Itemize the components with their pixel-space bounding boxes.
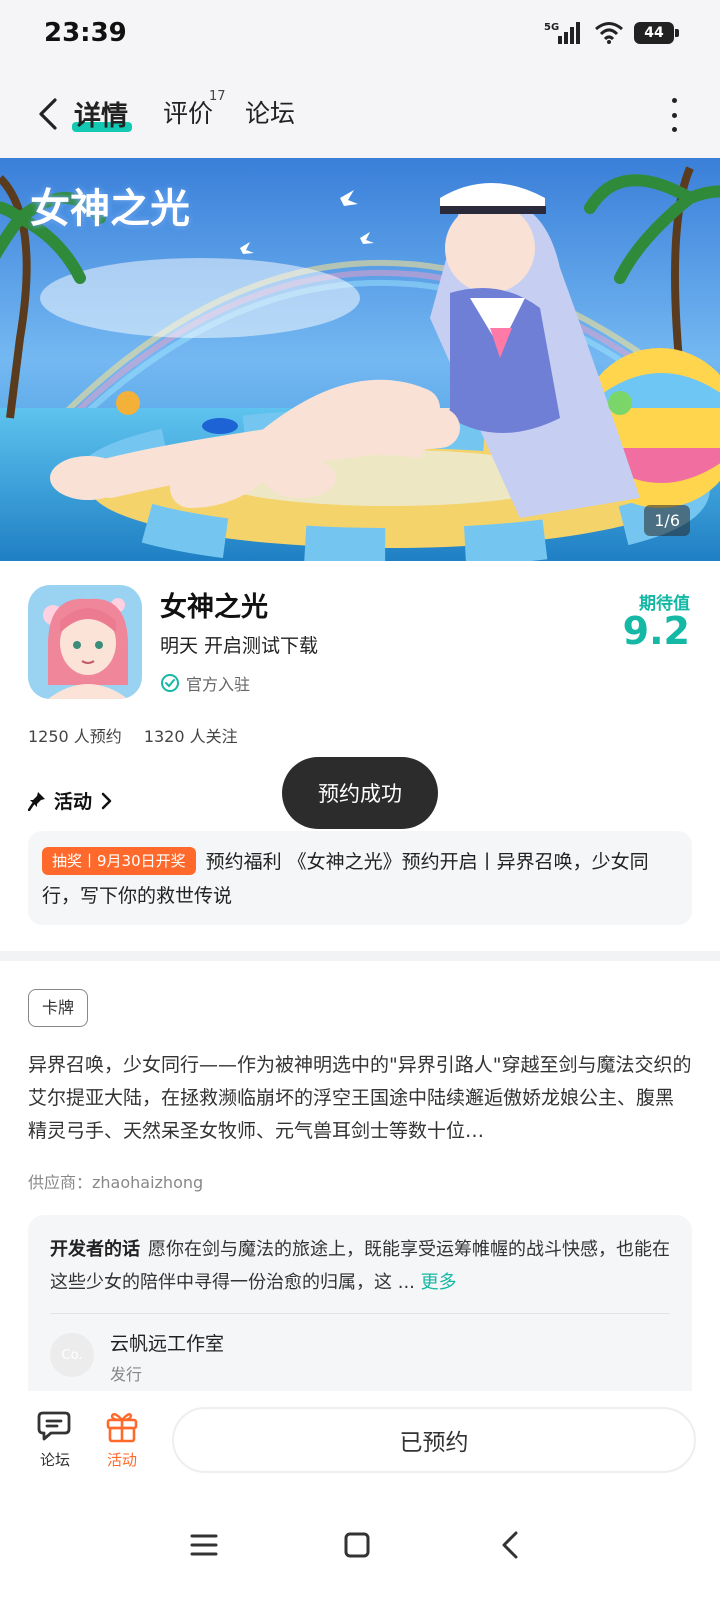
- banner-title-art: 女神之光: [30, 185, 190, 232]
- follower-count: 1320 人关注: [143, 727, 238, 746]
- activity-card[interactable]: 抽奖丨9月30日开奖 预约福利 《女神之光》预约开启丨异界召唤，少女同行，写下你的…: [28, 831, 692, 925]
- home-square-icon: [344, 1532, 370, 1558]
- reservation-success-toast: 预约成功: [282, 757, 438, 829]
- banner-page-counter: 1/6: [644, 505, 690, 536]
- check-circle-icon: [161, 674, 179, 692]
- activity-section-header[interactable]: 活动: [28, 787, 112, 814]
- more-options-button[interactable]: [664, 98, 684, 132]
- official-badge-label: 官方入驻: [186, 675, 251, 694]
- chevron-right-icon: [101, 792, 112, 809]
- forum-button-label: 论坛: [39, 1451, 70, 1469]
- recent-apps-button[interactable]: [184, 1525, 224, 1565]
- developer-note-card[interactable]: 开发者的话 愿你在剑与魔法的旅途上，既能享受运筹帷幄的战斗快感，也能在这些少女的陪…: [28, 1215, 692, 1391]
- gift-icon: [106, 1413, 138, 1443]
- home-button[interactable]: [337, 1525, 377, 1565]
- lottery-tag: 抽奖丨9月30日开奖: [42, 847, 196, 875]
- developer-note-text: 愿你在剑与魔法的旅途上，既能享受运筹帷幄的战斗快感，也能在这些少女的陪伴中寻得一…: [50, 1239, 670, 1293]
- back-button[interactable]: [28, 92, 68, 136]
- tab-detail-label: 详情: [74, 101, 128, 132]
- app-icon: [28, 585, 142, 699]
- status-bar: 23:39 5G 44: [0, 0, 720, 72]
- activity-button[interactable]: 活动: [94, 1409, 150, 1470]
- wifi-icon: [595, 22, 623, 44]
- app-name: 女神之光: [160, 592, 268, 623]
- app-info-section: 女神之光 明天 开启测试下载 官方入驻 期待值 9.2 1250 人预约 132…: [0, 561, 720, 951]
- expectation-score: 9.2: [622, 609, 690, 653]
- developer-note: 开发者的话 愿你在剑与魔法的旅途上，既能享受运筹帷幄的战斗快感，也能在这些少女的陪…: [50, 1233, 670, 1299]
- more-link[interactable]: 更多: [421, 1272, 457, 1293]
- description-section: 卡牌 异界召唤，少女同行——作为被神明选中的"异界引路人"穿越至剑与魔法交织的艾…: [0, 961, 720, 1391]
- genre-tag[interactable]: 卡牌: [28, 989, 89, 1027]
- status-time: 23:39: [44, 18, 127, 48]
- developer-name[interactable]: 云帆远工作室: [110, 1329, 224, 1356]
- pin-icon: [28, 791, 45, 811]
- bottom-action-bar: 论坛 活动 已预约: [0, 1391, 720, 1491]
- tab-detail[interactable]: 详情: [74, 94, 128, 133]
- activity-section-title: 活动: [54, 791, 93, 813]
- review-count-badge: 17: [209, 89, 226, 104]
- svg-text:5G: 5G: [544, 22, 559, 33]
- reservation-count: 1250 人预约: [28, 727, 122, 746]
- activity-button-label: 活动: [106, 1451, 137, 1469]
- developer-note-title: 开发者的话: [50, 1239, 140, 1260]
- game-description[interactable]: 异界召唤，少女同行——作为被神明选中的"异界引路人"穿越至剑与魔法交织的艾尔提亚…: [28, 1049, 692, 1148]
- section-divider: [0, 951, 720, 961]
- game-banner[interactable]: 女神之光 1/6: [0, 158, 720, 561]
- battery-icon: 44: [634, 22, 679, 44]
- tab-review[interactable]: 评价: [163, 94, 213, 130]
- supplier-info: 供应商：zhaohaizhong: [28, 1173, 204, 1192]
- system-back-button[interactable]: [490, 1525, 530, 1565]
- official-badge[interactable]: 官方入驻: [160, 671, 250, 695]
- system-navigation-bar: [0, 1491, 720, 1601]
- forum-button[interactable]: 论坛: [27, 1409, 83, 1470]
- status-icons: 5G 44: [544, 20, 679, 46]
- developer-avatar[interactable]: Co.: [50, 1333, 94, 1377]
- tab-forum[interactable]: 论坛: [245, 94, 295, 130]
- chevron-left-icon: [39, 98, 57, 130]
- chat-bubble-icon: [37, 1411, 71, 1441]
- divider: [50, 1313, 670, 1314]
- top-nav: 详情 评价 17 论坛: [0, 72, 720, 158]
- app-release-status: 明天 开启测试下载: [160, 635, 319, 657]
- developer-role: 发行: [110, 1365, 143, 1384]
- menu-icon: [190, 1534, 218, 1556]
- signal-icon: 5G: [544, 22, 580, 44]
- back-arrow-icon: [502, 1531, 518, 1559]
- app-stats: 1250 人预约 1320 人关注: [28, 723, 238, 747]
- reserved-button[interactable]: 已预约: [172, 1407, 696, 1473]
